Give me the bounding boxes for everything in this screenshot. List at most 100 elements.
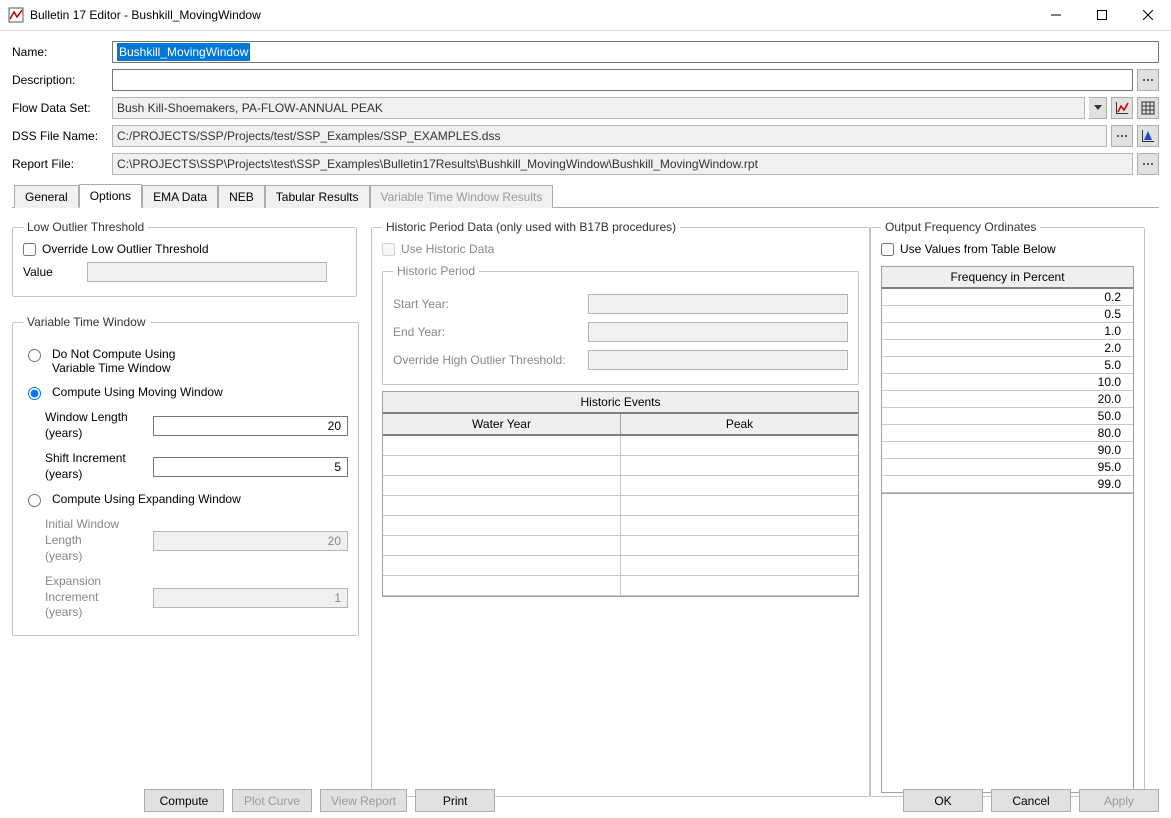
col-water-year: Water Year [383, 414, 621, 434]
initial-window-length-input [153, 531, 348, 551]
use-historic-data-label: Use Historic Data [401, 242, 494, 256]
plot-icon-button-1[interactable] [1111, 97, 1133, 119]
output-frequency-group: Output Frequency Ordinates Use Values fr… [870, 220, 1145, 797]
name-input[interactable]: Bushkill_MovingWindow [112, 41, 1159, 63]
window-length-label-1: Window Length [45, 410, 153, 426]
tab-options[interactable]: Options [79, 184, 142, 208]
description-input[interactable] [112, 69, 1133, 91]
historic-period-inner-group: Historic Period Start Year: End Year: Ov… [382, 264, 859, 385]
print-button[interactable]: Print [415, 789, 495, 812]
override-low-outlier-label: Override Low Outlier Threshold [42, 242, 209, 256]
historic-period-inner-legend: Historic Period [393, 264, 479, 278]
frequency-row[interactable]: 0.2 [882, 289, 1133, 306]
frequency-row[interactable]: 2.0 [882, 340, 1133, 357]
report-browse-button[interactable] [1137, 153, 1159, 175]
cancel-button[interactable]: Cancel [991, 789, 1071, 812]
frequency-header: Frequency in Percent [882, 267, 1133, 289]
override-high-outlier-input [588, 350, 848, 370]
frequency-row[interactable]: 20.0 [882, 391, 1133, 408]
description-label: Description: [12, 73, 108, 87]
titlebar: Bulletin 17 Editor - Bushkill_MovingWind… [0, 0, 1171, 31]
name-label: Name: [12, 45, 108, 59]
historic-events-header: Historic Events [383, 392, 858, 414]
flow-data-dropdown-button[interactable] [1089, 97, 1107, 119]
tab-neb[interactable]: NEB [218, 185, 265, 208]
tab-general[interactable]: General [14, 185, 79, 208]
use-values-from-table-checkbox[interactable] [881, 243, 894, 256]
window-length-label-2: (years) [45, 426, 153, 442]
low-outlier-group: Low Outlier Threshold Override Low Outli… [12, 220, 357, 297]
plot-curve-button: Plot Curve [232, 789, 312, 812]
end-year-input [588, 322, 848, 342]
low-outlier-value-input [87, 262, 327, 282]
frequency-row[interactable]: 99.0 [882, 476, 1133, 493]
historic-period-data-group: Historic Period Data (only used with B17… [371, 220, 870, 797]
tab-ema-data[interactable]: EMA Data [142, 185, 218, 208]
compute-button[interactable]: Compute [144, 789, 224, 812]
expansion-increment-input [153, 588, 348, 608]
initial-window-length-label-2: (years) [45, 549, 153, 565]
low-outlier-value-label: Value [23, 265, 79, 279]
col-peak: Peak [621, 414, 858, 434]
frequency-body: 0.20.51.02.05.010.020.050.080.090.095.09… [882, 289, 1133, 493]
frequency-row[interactable]: 80.0 [882, 425, 1133, 442]
radio-do-not-compute-label-1: Do Not Compute Using [52, 347, 175, 361]
start-year-input [588, 294, 848, 314]
view-report-button: View Report [320, 789, 407, 812]
frequency-row[interactable]: 0.5 [882, 306, 1133, 323]
initial-window-length-label-1: Initial Window Length [45, 517, 153, 548]
frequency-row[interactable]: 90.0 [882, 442, 1133, 459]
report-file-field[interactable]: C:\PROJECTS\SSP\Projects\test\SSP_Exampl… [112, 153, 1133, 175]
expansion-increment-label-1: Expansion Increment [45, 574, 153, 605]
radio-moving-window-label: Compute Using Moving Window [52, 385, 223, 399]
close-button[interactable] [1125, 0, 1171, 30]
report-file-label: Report File: [12, 157, 108, 171]
low-outlier-legend: Low Outlier Threshold [23, 220, 148, 234]
frequency-row[interactable]: 95.0 [882, 459, 1133, 476]
ok-button[interactable]: OK [903, 789, 983, 812]
dss-file-label: DSS File Name: [12, 129, 108, 143]
frequency-row[interactable]: 5.0 [882, 357, 1133, 374]
frequency-row[interactable]: 50.0 [882, 408, 1133, 425]
plot-icon-button-2[interactable] [1137, 125, 1159, 147]
use-historic-data-checkbox [382, 243, 395, 256]
shift-increment-label-2: (years) [45, 467, 153, 483]
radio-expanding-window[interactable] [28, 494, 41, 507]
minimize-button[interactable] [1033, 0, 1079, 30]
shift-increment-label-1: Shift Increment [45, 451, 153, 467]
radio-expanding-window-label: Compute Using Expanding Window [52, 492, 241, 506]
radio-do-not-compute-label-2: Variable Time Window [52, 361, 175, 375]
app-icon [8, 7, 24, 23]
frequency-table: Frequency in Percent 0.20.51.02.05.010.0… [881, 266, 1134, 494]
historic-events-table: Historic Events Water Year Peak [382, 391, 859, 597]
tab-variable-time-window-results: Variable Time Window Results [370, 185, 554, 208]
flow-data-label: Flow Data Set: [12, 101, 108, 115]
expansion-increment-label-2: (years) [45, 605, 153, 621]
historic-period-data-legend: Historic Period Data (only used with B17… [382, 220, 680, 234]
output-frequency-legend: Output Frequency Ordinates [881, 220, 1040, 234]
override-low-outlier-checkbox[interactable] [23, 243, 36, 256]
name-value: Bushkill_MovingWindow [117, 43, 250, 61]
frequency-row[interactable]: 10.0 [882, 374, 1133, 391]
frequency-row[interactable]: 1.0 [882, 323, 1133, 340]
flow-data-select[interactable]: Bush Kill-Shoemakers, PA-FLOW-ANNUAL PEA… [112, 97, 1085, 119]
description-browse-button[interactable] [1137, 69, 1159, 91]
start-year-label: Start Year: [393, 297, 588, 311]
variable-time-window-legend: Variable Time Window [23, 315, 150, 329]
tab-tabular-results[interactable]: Tabular Results [265, 185, 370, 208]
dss-file-field[interactable]: C:/PROJECTS/SSP/Projects/test/SSP_Exampl… [112, 125, 1107, 147]
use-values-from-table-label: Use Values from Table Below [900, 242, 1056, 256]
shift-increment-input[interactable] [153, 457, 348, 477]
maximize-button[interactable] [1079, 0, 1125, 30]
variable-time-window-group: Variable Time Window Do Not Compute Usin… [12, 315, 359, 636]
table-icon-button[interactable] [1137, 97, 1159, 119]
override-high-outlier-label: Override High Outlier Threshold: [393, 353, 588, 367]
window-length-input[interactable] [153, 416, 348, 436]
radio-moving-window[interactable] [28, 387, 41, 400]
bottom-button-bar: Compute Plot Curve View Report Print OK … [0, 789, 1171, 812]
apply-button: Apply [1079, 789, 1159, 812]
radio-do-not-compute[interactable] [28, 349, 41, 362]
end-year-label: End Year: [393, 325, 588, 339]
window-title: Bulletin 17 Editor - Bushkill_MovingWind… [30, 8, 1033, 22]
dss-browse-button[interactable] [1111, 125, 1133, 147]
